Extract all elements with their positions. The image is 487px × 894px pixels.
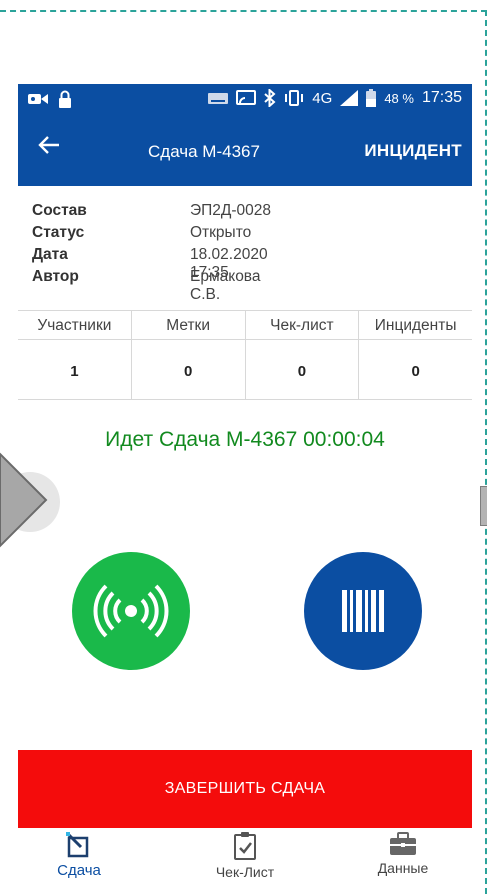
counter-label: Инциденты (374, 317, 457, 334)
info-label: Статус (32, 224, 85, 241)
carousel-next-handle[interactable] (480, 486, 487, 526)
briefcase-icon (390, 832, 416, 855)
nfc-scan-icon (93, 584, 169, 638)
bottom-navigation: Сдача Чек-Лист Данные (18, 828, 472, 894)
counters-table: Участники 1 Метки 0 Чек-лист 0 Инциденты… (18, 310, 472, 400)
nav-label: Чек-Лист (215, 864, 275, 880)
incident-button[interactable]: ИНЦИДЕНТ (364, 141, 462, 161)
clock: 17:35 (421, 89, 462, 106)
nav-item-checklist[interactable]: Чек-Лист (190, 832, 300, 880)
nav-item-data[interactable]: Данные (348, 832, 458, 876)
network-type: 4G (312, 89, 333, 107)
nav-label: Данные (377, 860, 429, 876)
counter-participants[interactable]: Участники 1 (18, 311, 132, 399)
video-icon (28, 94, 48, 104)
signal-icon (340, 90, 359, 106)
counter-tags[interactable]: Метки 0 (132, 311, 246, 399)
app-bar: Сдача М-4367 ИНЦИДЕНТ (18, 114, 472, 186)
nav-item-handover[interactable]: Сдача (24, 832, 134, 879)
nav-label: Сдача (57, 862, 101, 879)
counter-checklist[interactable]: Чек-лист 0 (246, 311, 360, 399)
info-value: Открыто (190, 224, 252, 241)
status-bar: 4G 48 % 17:35 (18, 84, 472, 114)
nfc-scan-button[interactable] (72, 552, 190, 670)
counter-label: Участники (37, 317, 112, 334)
counter-value: 0 (411, 363, 420, 380)
counter-value: 0 (297, 363, 307, 380)
info-label: Автор (32, 268, 79, 285)
running-status: Идет Сдача М-4367 00:00:04 (105, 428, 385, 451)
barcode-icon (342, 590, 384, 632)
vibrate-icon (285, 90, 304, 106)
battery-percent: 48 % (384, 90, 414, 106)
counter-label: Чек-лист (270, 317, 334, 334)
counter-incidents[interactable]: Инциденты 0 (359, 311, 472, 399)
battery-icon (366, 89, 377, 107)
cast-icon (236, 90, 257, 105)
dashed-frame-top (0, 10, 487, 12)
barcode-scan-button[interactable] (304, 552, 422, 670)
bluetooth-icon (264, 89, 276, 107)
lock-icon (59, 90, 71, 108)
keyboard-icon (208, 93, 229, 104)
info-label: Состав (32, 202, 87, 219)
counter-value: 1 (70, 363, 79, 380)
info-label: Дата (32, 246, 68, 263)
page-title: Сдача М-4367 (148, 142, 260, 161)
carousel-prev-arrow[interactable] (0, 452, 62, 552)
info-value: Ермакова С.В. (190, 268, 261, 303)
counter-label: Метки (166, 317, 210, 334)
phone-screen: 4G 48 % 17:35 Сдача М-4367 ИНЦИДЕНТ Сост… (18, 84, 472, 894)
info-value: ЭП2Д-0028 (190, 202, 272, 219)
clipboard-check-icon (234, 832, 256, 860)
arrow-left-icon[interactable] (38, 134, 60, 156)
finish-button[interactable]: ЗАВЕРШИТЬ СДАЧА (18, 750, 472, 828)
edit-icon (66, 832, 89, 858)
counter-value: 0 (183, 363, 193, 380)
